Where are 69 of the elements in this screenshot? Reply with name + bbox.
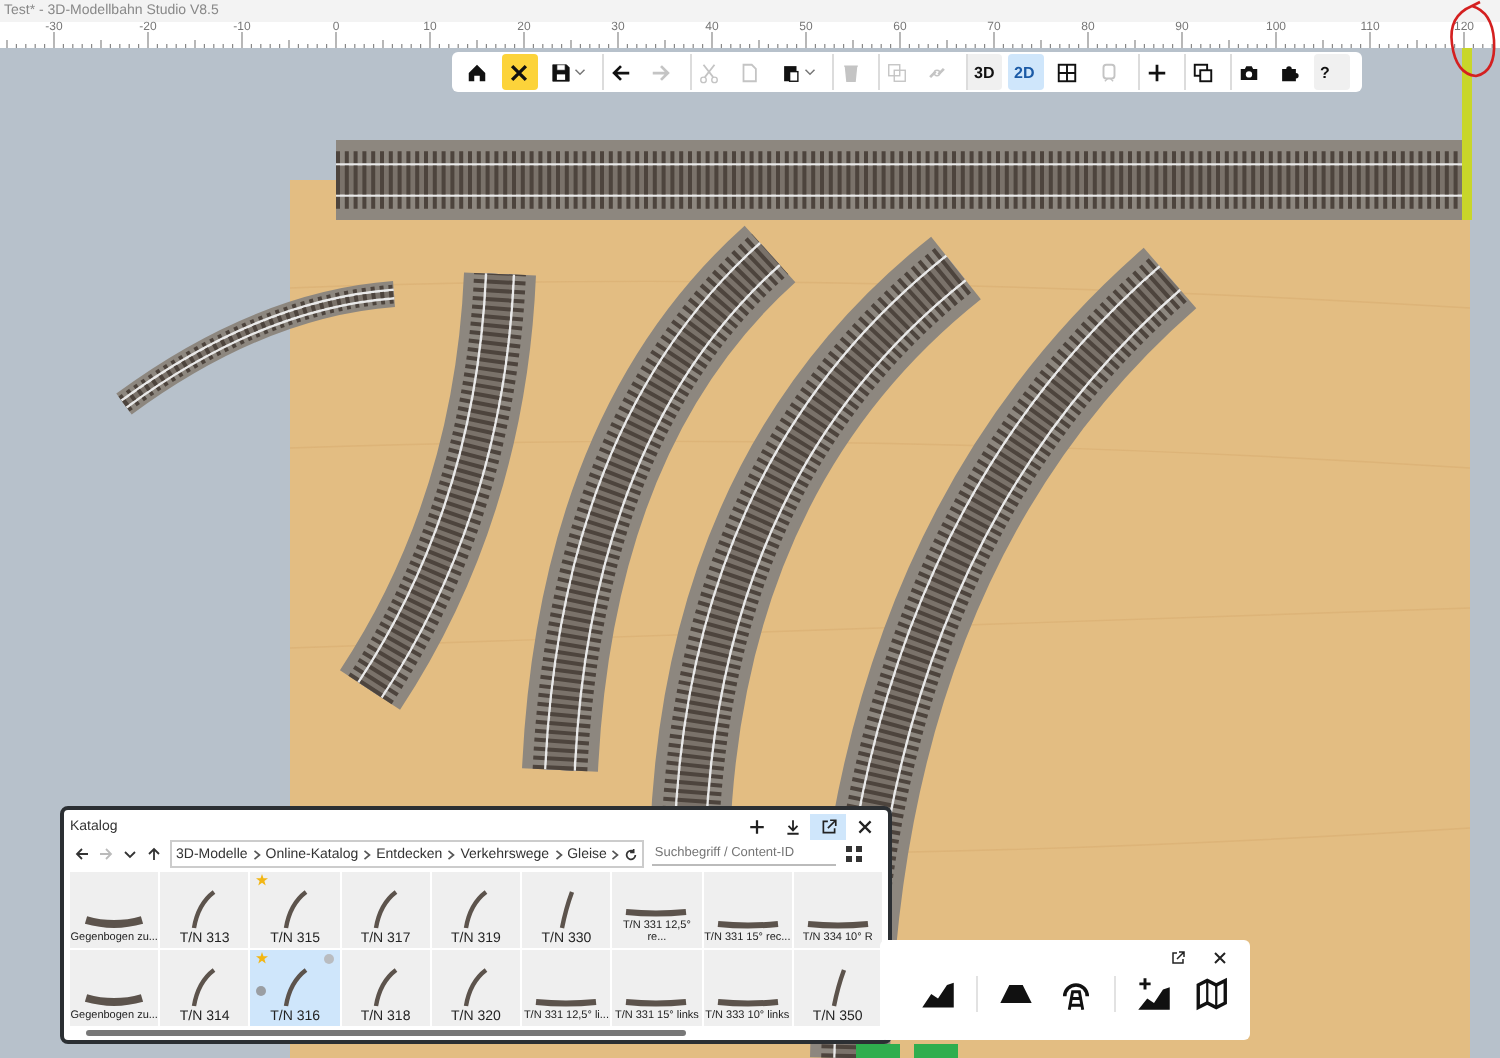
track-thumbnail	[190, 967, 219, 1008]
track-thumbnail	[281, 889, 310, 930]
chevron-down-icon	[121, 846, 137, 862]
track-thumbnail	[624, 994, 689, 1011]
star-icon	[256, 952, 269, 964]
train-icon	[1098, 61, 1120, 83]
trash-icon	[840, 61, 862, 83]
chevron-right-icon	[446, 849, 457, 859]
tab-marker	[856, 1044, 900, 1058]
refresh-icon	[624, 847, 639, 861]
scrollbar[interactable]	[86, 1030, 686, 1036]
track-thumbnail	[461, 967, 490, 1008]
caret-icon	[804, 66, 816, 78]
track-thumbnail	[84, 912, 145, 933]
track-thumbnail	[624, 904, 689, 921]
toolbar-button[interactable]: 3D	[966, 54, 1002, 90]
camera-icon	[1238, 61, 1260, 83]
popout-icon	[1170, 949, 1186, 965]
chevron-right-icon	[251, 849, 262, 859]
tools-icon	[508, 61, 530, 83]
add-terrain-tool-button[interactable]	[1132, 974, 1176, 1014]
copy-icon	[738, 61, 760, 83]
close-icon	[1212, 949, 1228, 965]
track-thumbnail	[715, 994, 780, 1011]
back-arrow-icon	[73, 846, 89, 862]
popout-icon	[819, 817, 837, 835]
home-icon	[466, 61, 488, 83]
track-thumbnail	[371, 889, 400, 930]
scissors-icon	[698, 61, 720, 83]
puzzle-icon	[1278, 61, 1300, 83]
overlap-squares-icon	[886, 61, 908, 83]
grid-view-icon[interactable]	[846, 846, 863, 862]
marker-dot	[256, 986, 267, 996]
track-thumbnail	[190, 889, 219, 930]
chevron-right-icon	[610, 849, 621, 859]
download-icon	[783, 817, 801, 835]
windows-icon	[1192, 61, 1214, 83]
plateau-icon	[998, 983, 1034, 1005]
close-icon	[855, 817, 873, 835]
track-thumbnail	[281, 967, 310, 1008]
tab-marker	[914, 1044, 958, 1058]
forward-arrow-icon	[97, 846, 113, 862]
track-thumbnail	[461, 889, 490, 930]
chevron-right-icon	[553, 849, 564, 859]
back-arrow-icon	[610, 61, 632, 83]
star-icon	[256, 874, 269, 886]
up-arrow-icon	[145, 846, 161, 862]
track-thumbnail	[827, 967, 848, 1008]
forward-arrow-icon	[650, 61, 672, 83]
toolbar-button[interactable]: ?	[1314, 54, 1350, 90]
tools-button[interactable]	[502, 54, 538, 90]
marker-dot	[323, 954, 334, 964]
save-icon	[550, 61, 572, 83]
popout-button[interactable]	[810, 813, 846, 839]
caret-icon	[574, 66, 586, 78]
plus-icon	[747, 817, 765, 835]
track-thumbnail	[556, 889, 577, 930]
track-thumbnail	[371, 967, 400, 1008]
chevron-right-icon	[362, 849, 373, 859]
track-thumbnail	[715, 916, 780, 933]
toolbar-button[interactable]: 2D	[1008, 54, 1044, 90]
track-thumbnail	[534, 994, 599, 1011]
grid-icon	[1056, 61, 1078, 83]
track-thumbnail	[805, 916, 870, 933]
track-thumbnail	[84, 990, 145, 1011]
paste-icon	[780, 61, 802, 83]
plus-icon	[1146, 61, 1168, 83]
add-hill-icon	[1136, 976, 1172, 1012]
map-icon	[1196, 976, 1232, 1012]
